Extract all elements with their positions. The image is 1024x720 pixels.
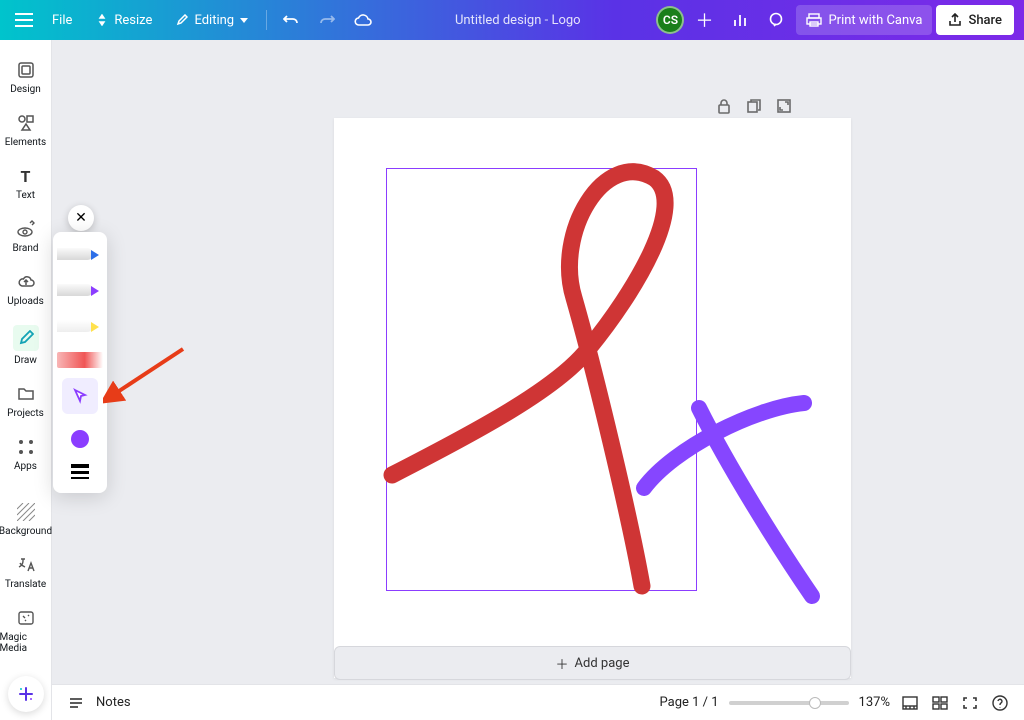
topbar: File Resize Editing Untitled design - Lo…	[0, 0, 1024, 40]
nav-background-label: Background	[0, 526, 52, 537]
notes-button[interactable]: Notes	[96, 695, 131, 710]
cursor-select-tool[interactable]	[62, 378, 98, 414]
cloud-sync-icon[interactable]	[347, 6, 379, 34]
highlighter-tool-yellow[interactable]	[57, 312, 103, 342]
left-nav: Design Elements T Text Brand Uploads Dra…	[0, 40, 52, 720]
bottom-bar: Notes Page 1 / 1 137%	[52, 684, 1024, 720]
redo-button[interactable]	[311, 6, 343, 34]
nav-brand[interactable]: Brand	[0, 213, 52, 264]
nav-projects[interactable]: Projects	[0, 378, 52, 429]
editing-menu[interactable]: Editing	[166, 6, 258, 34]
print-button[interactable]: Print with Canva	[796, 5, 932, 35]
divider	[266, 10, 267, 30]
nav-magic-media[interactable]: Magic Media	[0, 602, 52, 664]
stroke-color-picker[interactable]	[71, 430, 89, 448]
canvas-area: ＋ Add page	[52, 40, 1024, 720]
nav-text[interactable]: T Text	[0, 160, 52, 211]
nav-elements[interactable]: Elements	[0, 107, 52, 158]
add-page-label: Add page	[575, 656, 630, 671]
thumbnail-view-icon[interactable]	[930, 693, 950, 713]
grid-view-icon[interactable]	[900, 693, 920, 713]
help-icon[interactable]	[990, 693, 1010, 713]
share-label: Share	[968, 13, 1002, 28]
nav-translate[interactable]: Translate	[0, 549, 52, 600]
marker-tool-purple[interactable]	[57, 276, 103, 306]
duplicate-page-icon[interactable]	[746, 98, 764, 116]
close-draw-panel[interactable]: ✕	[68, 205, 94, 231]
share-button[interactable]: Share	[936, 5, 1014, 35]
nav-uploads-label: Uploads	[7, 296, 43, 307]
nav-text-label: Text	[16, 190, 35, 201]
add-page-button[interactable]: ＋ Add page	[334, 646, 851, 680]
add-member-button[interactable]: ＋	[688, 6, 720, 34]
nav-elements-label: Elements	[5, 137, 46, 148]
nav-apps[interactable]: Apps	[0, 431, 52, 482]
nav-brand-label: Brand	[12, 243, 38, 254]
zoom-slider[interactable]	[729, 701, 849, 705]
page-indicator[interactable]: Page 1 / 1	[660, 695, 719, 710]
avatar[interactable]: CS	[656, 6, 684, 34]
editing-label: Editing	[194, 13, 234, 28]
resize-button[interactable]: Resize	[86, 6, 162, 34]
drawing-purple-stroke	[334, 118, 851, 678]
print-label: Print with Canva	[828, 13, 922, 28]
file-menu[interactable]: File	[42, 6, 82, 34]
draw-tool-panel	[53, 232, 107, 493]
nav-design-label: Design	[10, 84, 41, 95]
notes-icon[interactable]	[66, 693, 86, 713]
nav-background[interactable]: Background	[0, 496, 52, 547]
nav-design[interactable]: Design	[0, 54, 52, 105]
canvas-toolbar	[716, 98, 794, 116]
design-page[interactable]	[334, 118, 851, 678]
nav-projects-label: Projects	[7, 408, 44, 419]
fullscreen-icon[interactable]	[960, 693, 980, 713]
stroke-width-picker[interactable]	[71, 464, 89, 479]
document-title[interactable]: Untitled design - Logo	[455, 13, 581, 28]
magic-plus-button[interactable]	[8, 676, 44, 712]
plus-icon: ＋	[556, 654, 569, 673]
zoom-level[interactable]: 137%	[859, 695, 890, 710]
eraser-tool[interactable]	[57, 352, 103, 368]
undo-button[interactable]	[275, 6, 307, 34]
pen-tool-blue[interactable]	[57, 240, 103, 270]
nav-translate-label: Translate	[5, 579, 46, 590]
nav-uploads[interactable]: Uploads	[0, 266, 52, 317]
resize-label: Resize	[114, 13, 152, 28]
comment-button[interactable]	[760, 6, 792, 34]
analytics-button[interactable]	[724, 6, 756, 34]
nav-draw[interactable]: Draw	[0, 319, 52, 376]
lock-icon[interactable]	[716, 98, 734, 116]
menu-button[interactable]	[10, 6, 38, 34]
nav-draw-label: Draw	[14, 355, 37, 366]
nav-apps-label: Apps	[14, 461, 37, 472]
nav-magic-media-label: Magic Media	[0, 632, 52, 654]
expand-icon[interactable]	[776, 98, 794, 116]
